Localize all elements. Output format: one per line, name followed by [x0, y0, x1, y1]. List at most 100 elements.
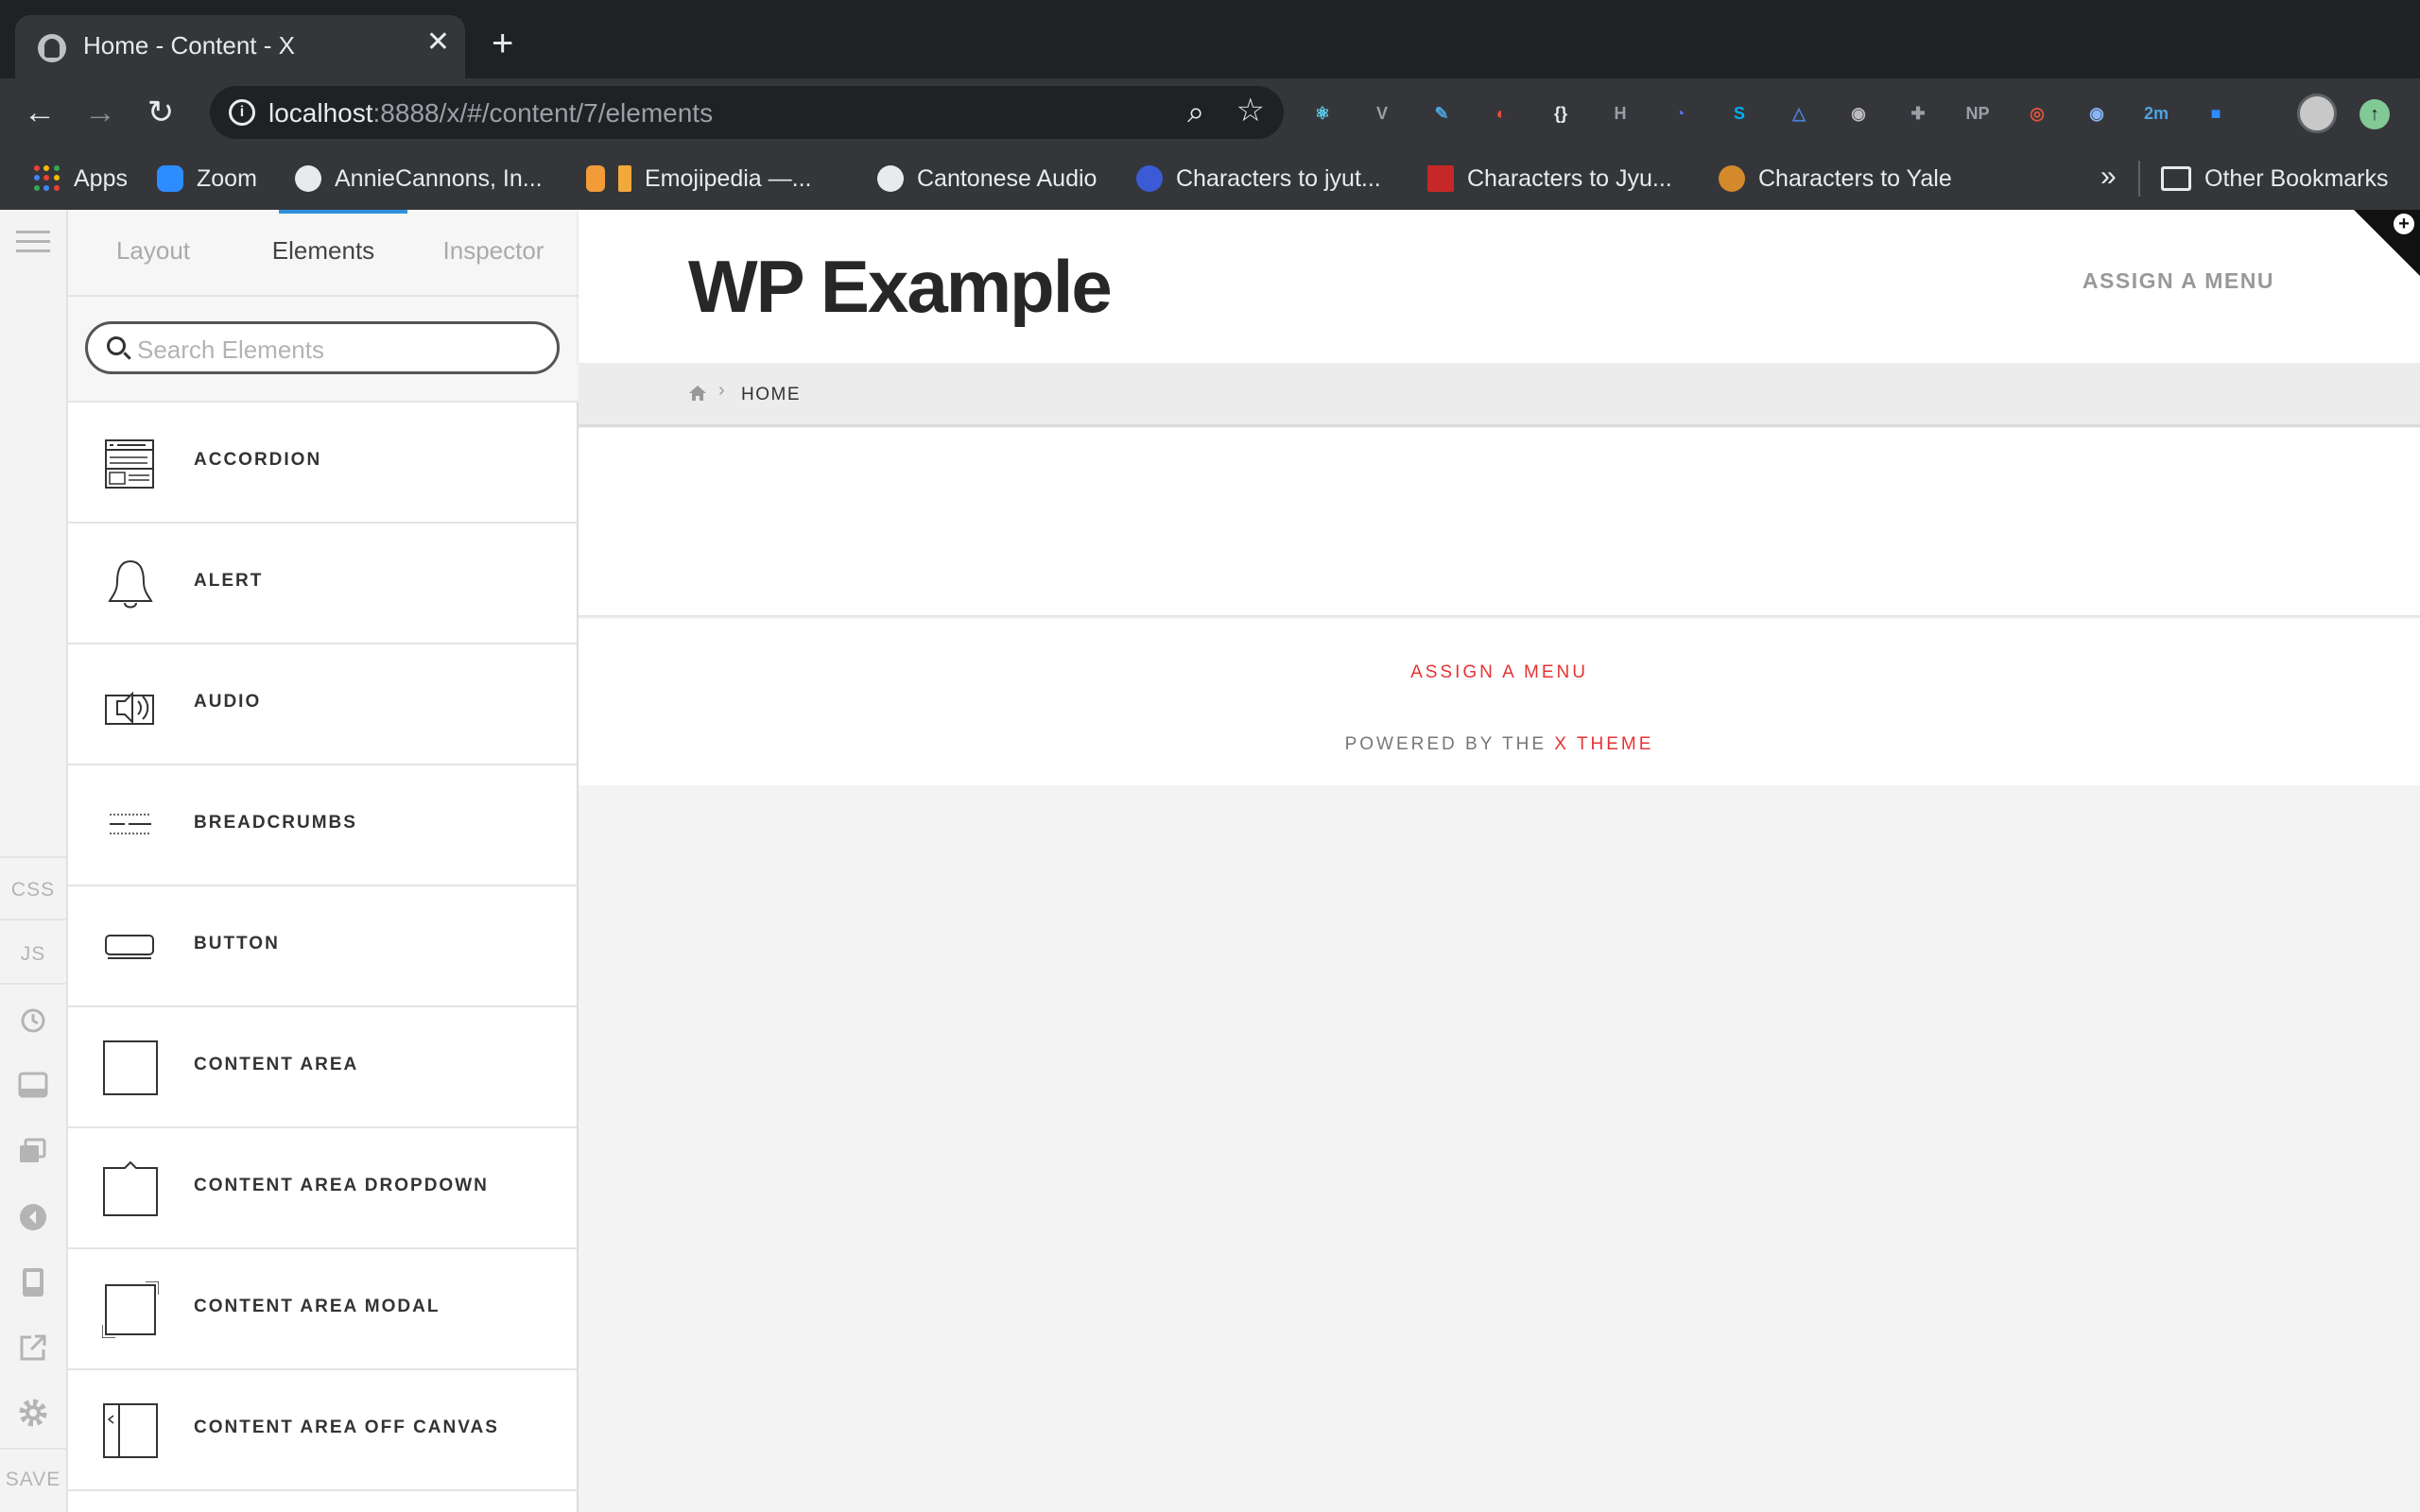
- new-tab-icon[interactable]: +: [492, 25, 513, 62]
- timer-icon[interactable]: 2m: [2140, 97, 2172, 129]
- js-button[interactable]: JS: [0, 943, 66, 966]
- element-label: ALERT: [194, 571, 264, 591]
- plus-icon[interactable]: +: [2394, 214, 2414, 234]
- element-label: BUTTON: [194, 934, 280, 954]
- bookmark-cantonese-audio[interactable]: Cantonese Audio: [877, 163, 1097, 195]
- panel-tabs: Layout Elements Inspector: [68, 210, 579, 297]
- speaker-icon: [105, 691, 154, 725]
- zoom-magnifier-icon[interactable]: ⌕: [1187, 94, 1204, 130]
- elements-panel: Layout Elements Inspector Search Element…: [68, 210, 579, 1512]
- tab-elements[interactable]: Elements: [238, 236, 408, 266]
- templates-icon[interactable]: [0, 1136, 66, 1172]
- folder-icon: [2161, 166, 2191, 191]
- element-label: BREADCRUMBS: [194, 813, 357, 833]
- site-header: WP Example ASSIGN A MENU +: [579, 210, 2420, 363]
- element-label: CONTENT AREA MODAL: [194, 1297, 441, 1316]
- element-list: ACCORDION ALERT AUDIO BREADCRUMBS BUTTON…: [68, 403, 577, 1491]
- breadcrumb: › HOME: [579, 363, 2420, 427]
- update-icon[interactable]: ↑: [2360, 99, 2390, 129]
- footer-assign-menu-link[interactable]: ASSIGN A MENU: [579, 662, 2420, 683]
- url-text[interactable]: localhost:8888/x/#/content/7/elements: [268, 98, 713, 129]
- breadcrumb-separator-icon: ›: [718, 380, 725, 401]
- element-accordion[interactable]: ACCORDION: [68, 403, 577, 524]
- bookmark-characters-jyut[interactable]: Characters to jyut...: [1136, 163, 1381, 195]
- external-link-icon[interactable]: [0, 1332, 66, 1368]
- element-content-area[interactable]: CONTENT AREA: [68, 1007, 577, 1128]
- rail-divider: [0, 983, 66, 985]
- element-content-area-dropdown[interactable]: CONTENT AREA DROPDOWN: [68, 1128, 577, 1249]
- more-bookmarks-icon[interactable]: »: [2100, 161, 2117, 193]
- bookmark-characters-yale[interactable]: Characters to Yale: [1719, 163, 1952, 195]
- browser-tab[interactable]: Home - Content - X ✕: [15, 15, 465, 79]
- home-icon[interactable]: [688, 384, 707, 403]
- colorzilla-icon[interactable]: ◐: [1485, 97, 1517, 129]
- site-icon: [1136, 165, 1163, 192]
- browser-tabstrip: Home - Content - X ✕ +: [0, 0, 2420, 79]
- react-devtools-icon[interactable]: ⚛: [1306, 97, 1339, 129]
- content-area-off-canvas-icon: [103, 1403, 158, 1458]
- bookmark-icon: [618, 165, 631, 192]
- bookmark-zoom[interactable]: Zoom: [157, 163, 257, 195]
- forward-icon[interactable]: →: [79, 92, 121, 133]
- vue-icon[interactable]: V: [1366, 97, 1398, 129]
- search-box[interactable]: [85, 321, 560, 374]
- bookmark-star-icon[interactable]: ☆: [1236, 92, 1265, 129]
- element-alert[interactable]: ALERT: [68, 524, 577, 644]
- responsive-icon[interactable]: [0, 1266, 66, 1304]
- menu-toggle-icon[interactable]: [0, 229, 66, 261]
- site-info-icon[interactable]: i: [229, 99, 255, 126]
- content-area-modal-icon: [102, 1281, 159, 1338]
- bell-icon: [108, 559, 153, 609]
- profile-avatar[interactable]: [2297, 94, 2337, 133]
- history-icon[interactable]: [0, 1005, 66, 1041]
- eye-icon[interactable]: ◉: [2081, 97, 2113, 129]
- rail-divider: [0, 1448, 66, 1450]
- tab-inspector[interactable]: Inspector: [408, 236, 579, 266]
- other-bookmarks[interactable]: Other Bookmarks: [2161, 163, 2389, 195]
- triangle-icon[interactable]: △: [1783, 97, 1815, 129]
- accordion-icon: [105, 439, 154, 489]
- element-audio[interactable]: AUDIO: [68, 644, 577, 765]
- search-input[interactable]: [137, 334, 534, 366]
- site-icon: [1719, 165, 1745, 192]
- header-assign-menu-link[interactable]: ASSIGN A MENU: [2083, 268, 2274, 294]
- bookmarks-bar: Apps Zoom AnnieCannons, In... Emojipedia…: [0, 147, 2420, 210]
- footer-bar-icon[interactable]: [0, 1072, 66, 1104]
- skype-icon[interactable]: S: [1723, 97, 1755, 129]
- close-tab-icon[interactable]: ✕: [426, 28, 450, 57]
- x-theme-link[interactable]: X THEME: [1554, 734, 1653, 754]
- element-breadcrumbs[interactable]: BREADCRUMBS: [68, 765, 577, 886]
- zoom-icon: [157, 165, 183, 192]
- np-icon[interactable]: NP: [1962, 97, 1994, 129]
- headings-icon[interactable]: H: [1604, 97, 1636, 129]
- swirl-icon[interactable]: ◎: [2021, 97, 2053, 129]
- address-bar[interactable]: i localhost:8888/x/#/content/7/elements …: [210, 86, 1284, 139]
- rail-divider: [0, 856, 66, 858]
- rail-divider: [0, 919, 66, 920]
- tab-layout[interactable]: Layout: [68, 236, 238, 266]
- puzzle-icon[interactable]: ✚: [1902, 97, 1934, 129]
- bookmark-anniecannons[interactable]: AnnieCannons, In...: [295, 163, 543, 195]
- save-button[interactable]: SAVE: [0, 1469, 66, 1491]
- github-icon: [295, 165, 321, 192]
- clock-icon[interactable]: ◔: [1664, 97, 1696, 129]
- element-button[interactable]: BUTTON: [68, 886, 577, 1007]
- collapse-icon[interactable]: [0, 1202, 66, 1238]
- bookmark-apps[interactable]: Apps: [34, 163, 128, 195]
- bookmark-characters-jyu[interactable]: Characters to Jyu...: [1427, 163, 1672, 195]
- element-content-area-modal[interactable]: CONTENT AREA MODAL: [68, 1249, 577, 1370]
- zoom-ext-icon[interactable]: ■: [2200, 97, 2232, 129]
- lens-icon[interactable]: ◉: [1842, 97, 1875, 129]
- css-button[interactable]: CSS: [0, 879, 66, 902]
- json-icon[interactable]: {}: [1545, 97, 1577, 129]
- site-title[interactable]: WP Example: [688, 244, 1113, 330]
- element-content-area-off-canvas[interactable]: CONTENT AREA OFF CANVAS: [68, 1370, 577, 1491]
- bookmark-emojipedia[interactable]: Emojipedia —...: [586, 163, 811, 195]
- reload-icon[interactable]: ↻: [140, 92, 182, 133]
- bookmarks-divider: [2138, 161, 2140, 197]
- browser-toolbar: ← → ↻ i localhost:8888/x/#/content/7/ele…: [0, 78, 2420, 147]
- back-icon[interactable]: ←: [19, 92, 60, 133]
- color-picker-icon[interactable]: ✎: [1426, 97, 1458, 129]
- button-icon: [105, 935, 154, 959]
- settings-gear-icon[interactable]: [0, 1397, 66, 1435]
